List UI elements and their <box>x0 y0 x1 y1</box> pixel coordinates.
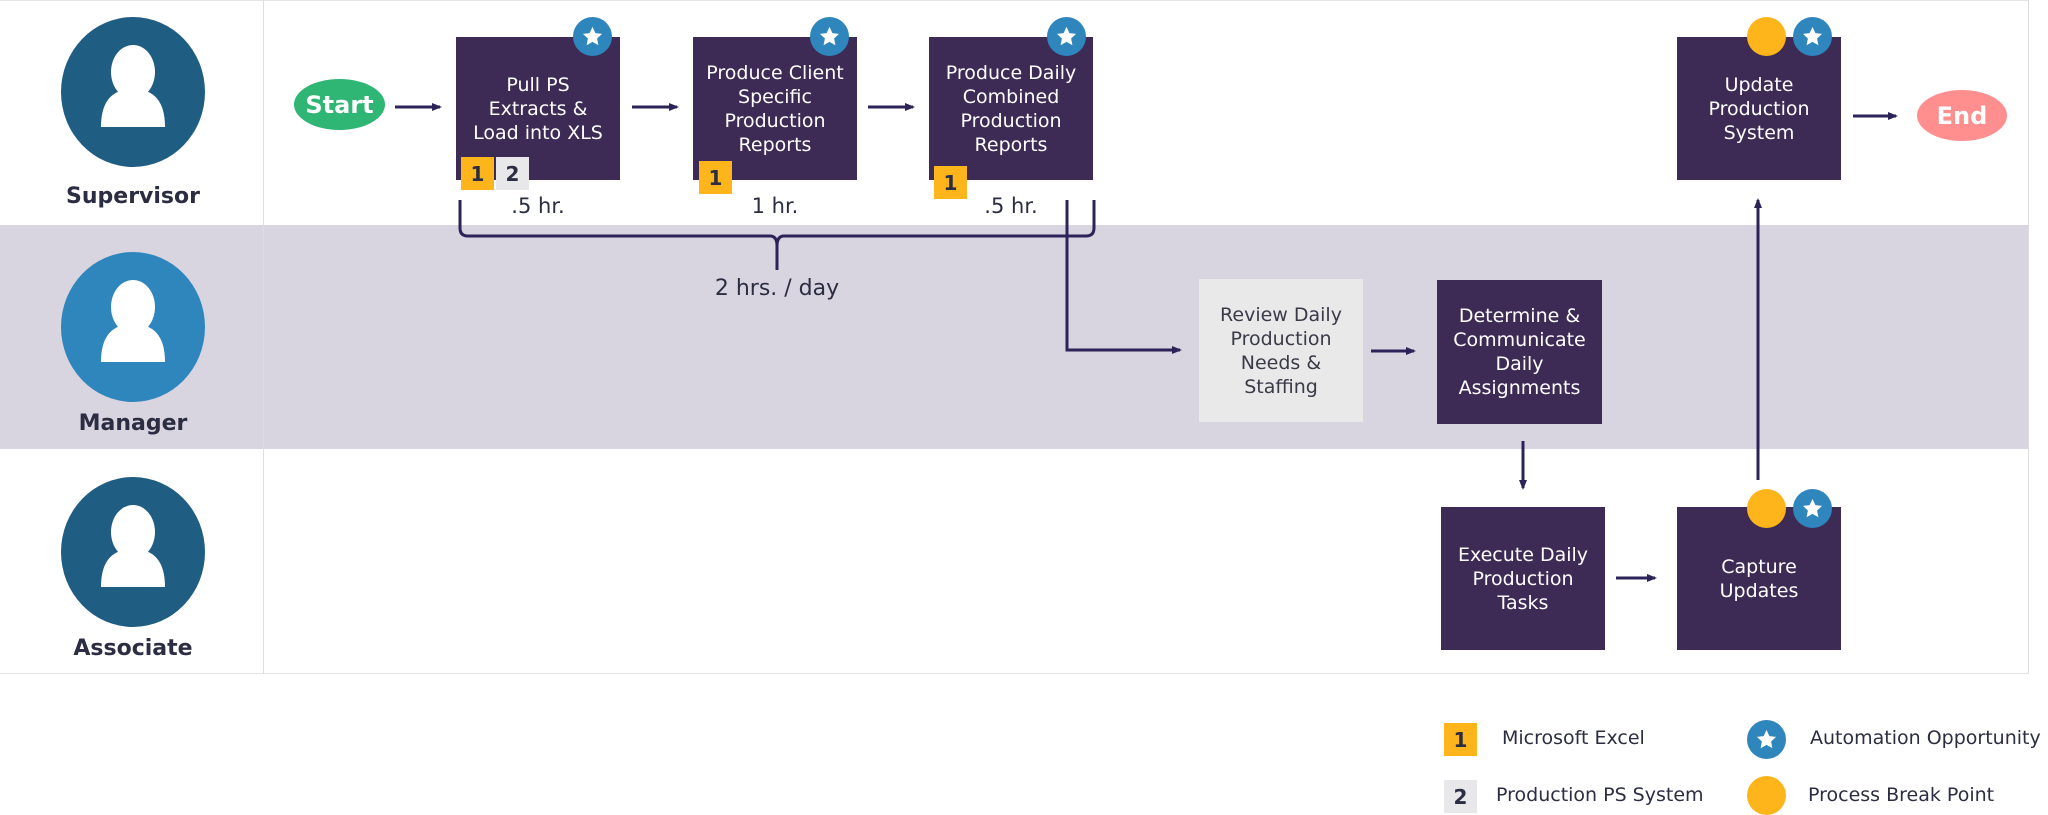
total-time-label: 2 hrs. / day <box>714 276 840 301</box>
step-time-pull: .5 hr. <box>511 194 565 218</box>
process-break-point-icon <box>1747 17 1786 56</box>
system-badge-excel: 1 <box>699 161 732 194</box>
step-label: Produce Daily Combined Production Report… <box>945 61 1077 156</box>
automation-opportunity-icon <box>810 17 849 56</box>
legend-excel-badge: 1 <box>1444 723 1477 756</box>
star-icon <box>1056 26 1077 46</box>
step-label: Capture Updates <box>1719 555 1799 602</box>
step-label: Pull PS Extracts & Load into XLS <box>473 73 603 144</box>
star-icon <box>582 26 603 46</box>
step-produce-client-reports[interactable]: Produce Client Specific Production Repor… <box>693 37 857 180</box>
star-icon <box>1802 26 1823 46</box>
step-update-production-system[interactable]: Update Production System <box>1677 37 1841 180</box>
step-time-client: 1 hr. <box>751 194 799 218</box>
step-execute-daily-tasks[interactable]: Execute Daily Production Tasks <box>1441 507 1605 650</box>
legend-ps-badge: 2 <box>1444 780 1477 813</box>
legend-break-point-label: Process Break Point <box>1808 784 1995 806</box>
star-icon <box>819 26 840 46</box>
step-review-daily-production[interactable]: Review Daily Production Needs & Staffing <box>1199 279 1363 422</box>
process-break-point-icon <box>1747 489 1786 528</box>
automation-opportunity-icon <box>1793 489 1832 528</box>
step-produce-combined-reports[interactable]: Produce Daily Combined Production Report… <box>929 37 1093 180</box>
automation-opportunity-icon <box>1793 17 1832 56</box>
legend-automation-icon <box>1747 720 1786 759</box>
system-badge-ps: 2 <box>496 157 529 190</box>
automation-opportunity-icon <box>573 17 612 56</box>
step-label: Produce Client Specific Production Repor… <box>706 61 844 156</box>
star-icon <box>1756 729 1777 749</box>
step-time-combined: .5 hr. <box>984 194 1038 218</box>
automation-opportunity-icon <box>1047 17 1086 56</box>
legend-automation-label: Automation Opportunity <box>1810 727 2041 749</box>
step-determine-assignments[interactable]: Determine & Communicate Daily Assignment… <box>1437 280 1602 424</box>
step-label: Update Production System <box>1708 73 1810 144</box>
legend-excel-label: Microsoft Excel <box>1502 727 1645 749</box>
system-badge-excel: 1 <box>461 157 494 190</box>
step-label: Determine & Communicate Daily Assignment… <box>1453 305 1586 399</box>
arrow-combined-to-review <box>1065 200 1182 354</box>
legend-break-point-icon <box>1747 776 1786 815</box>
step-capture-updates[interactable]: Capture Updates <box>1677 507 1841 650</box>
start-node: Start <box>294 79 385 130</box>
star-icon <box>1802 498 1823 518</box>
step-label: Execute Daily Production Tasks <box>1457 543 1589 614</box>
step-label: Review Daily Production Needs & Staffing <box>1220 303 1342 398</box>
legend-ps-label: Production PS System <box>1496 784 1704 806</box>
end-node: End <box>1917 90 2007 141</box>
